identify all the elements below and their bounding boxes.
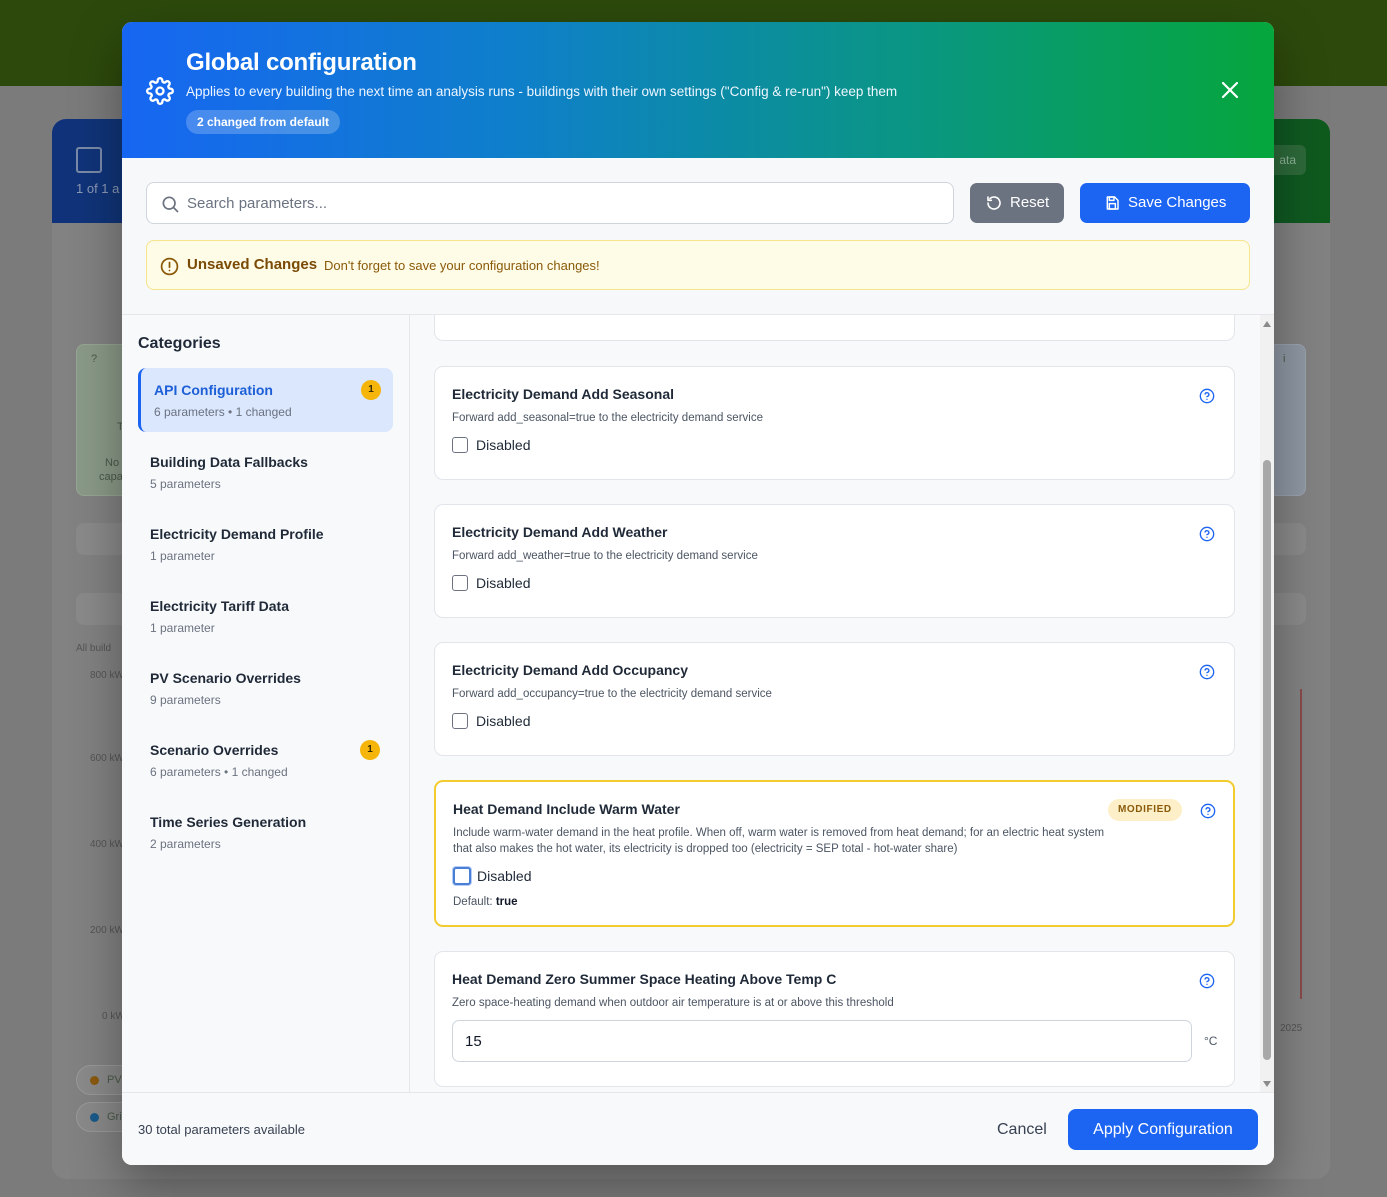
save-changes-button[interactable]: Save Changes bbox=[1080, 183, 1250, 223]
reset-button[interactable]: Reset bbox=[970, 183, 1064, 223]
search-input[interactable] bbox=[187, 183, 937, 223]
modal-toolbar: Reset Save Changes Unsaved Changes Don't… bbox=[122, 158, 1274, 314]
parameter-card-modified: Heat Demand Include Warm Water Include w… bbox=[434, 780, 1235, 927]
background-subtitle: 1 of 1 a bbox=[76, 181, 120, 196]
scroll-down-arrow-icon[interactable] bbox=[1263, 1081, 1271, 1087]
changed-count-badge: 2 changed from default bbox=[186, 110, 341, 134]
help-icon[interactable] bbox=[1199, 526, 1215, 542]
parameter-description: Forward add_seasonal=true to the electri… bbox=[452, 412, 763, 424]
checkbox-label: Disabled bbox=[477, 868, 532, 884]
parameter-card: Electricity Demand Add Occupancy Forward… bbox=[434, 642, 1235, 756]
modal-header: Global configuration Applies to every bu… bbox=[122, 22, 1274, 158]
alert-text: Don't forget to save your configuration … bbox=[324, 258, 600, 273]
modal-title: Global configuration bbox=[186, 49, 417, 76]
alert-circle-icon bbox=[160, 257, 179, 276]
cancel-button[interactable]: Cancel bbox=[997, 1121, 1047, 1139]
reset-icon bbox=[987, 196, 1001, 210]
parameter-title: Heat Demand Include Warm Water bbox=[453, 801, 680, 817]
parameter-card: Heat Demand Zero Summer Space Heating Ab… bbox=[434, 951, 1235, 1087]
info-icon: i bbox=[1283, 353, 1286, 365]
category-scenario-overrides[interactable]: Scenario Overrides 6 parameters • 1 chan… bbox=[138, 728, 393, 792]
help-icon[interactable] bbox=[1199, 664, 1215, 680]
parameter-title: Electricity Demand Add Occupancy bbox=[452, 662, 688, 678]
parameter-checkbox[interactable] bbox=[453, 867, 471, 885]
category-electricity-demand-profile[interactable]: Electricity Demand Profile 1 parameter bbox=[138, 512, 393, 576]
search-box bbox=[146, 182, 954, 224]
parameter-description: Forward add_weather=true to the electric… bbox=[452, 550, 758, 562]
parameter-card: Electricity Demand Add Weather Forward a… bbox=[434, 504, 1235, 618]
building-icon bbox=[76, 147, 102, 173]
scroll-up-arrow-icon[interactable] bbox=[1263, 321, 1271, 327]
alert-title: Unsaved Changes bbox=[187, 256, 318, 273]
parameter-checkbox[interactable] bbox=[452, 713, 468, 729]
gear-icon bbox=[146, 77, 174, 105]
apply-configuration-button[interactable]: Apply Configuration bbox=[1068, 1109, 1258, 1150]
search-icon bbox=[162, 196, 179, 213]
changed-badge: 1 bbox=[361, 380, 381, 400]
modified-badge: MODIFIED bbox=[1108, 799, 1182, 821]
help-icon[interactable] bbox=[1199, 973, 1215, 989]
category-pv-scenario-overrides[interactable]: PV Scenario Overrides 9 parameters bbox=[138, 656, 393, 720]
info-icon: ? bbox=[91, 353, 98, 365]
scrollbar[interactable] bbox=[1260, 315, 1274, 1092]
help-icon[interactable] bbox=[1200, 803, 1216, 819]
changed-badge: 1 bbox=[360, 740, 380, 760]
category-electricity-tariff-data[interactable]: Electricity Tariff Data 1 parameter bbox=[138, 584, 393, 648]
help-icon[interactable] bbox=[1199, 388, 1215, 404]
modal-footer: 30 total parameters available Cancel App… bbox=[122, 1092, 1274, 1165]
checkbox-label: Disabled bbox=[476, 575, 531, 591]
global-configuration-modal: Global configuration Applies to every bu… bbox=[122, 22, 1274, 1165]
reset-label: Reset bbox=[1010, 194, 1050, 211]
total-parameters-text: 30 total parameters available bbox=[138, 1122, 305, 1137]
unsaved-changes-alert: Unsaved Changes Don't forget to save you… bbox=[146, 240, 1250, 290]
parameter-title: Electricity Demand Add Seasonal bbox=[452, 386, 674, 402]
scrollbar-thumb[interactable] bbox=[1263, 460, 1271, 1060]
categories-sidebar: Categories API Configuration 6 parameter… bbox=[122, 314, 410, 1092]
temperature-threshold-input[interactable] bbox=[452, 1020, 1192, 1062]
parameter-title: Electricity Demand Add Weather bbox=[452, 524, 668, 540]
checkbox-label: Disabled bbox=[476, 713, 531, 729]
save-changes-label: Save Changes bbox=[1128, 194, 1227, 211]
parameter-card: Electricity Demand Add Seasonal Forward … bbox=[434, 366, 1235, 480]
background-chart-series bbox=[1296, 689, 1302, 999]
parameter-checkbox[interactable] bbox=[452, 575, 468, 591]
parameters-panel: Electricity Demand Add Seasonal Forward … bbox=[410, 314, 1274, 1092]
category-api-configuration[interactable]: API Configuration 6 parameters • 1 chang… bbox=[138, 368, 393, 432]
checkbox-label: Disabled bbox=[476, 437, 531, 453]
category-building-data-fallbacks[interactable]: Building Data Fallbacks 5 parameters bbox=[138, 440, 393, 504]
categories-title: Categories bbox=[138, 335, 221, 352]
unit-label: °C bbox=[1204, 1034, 1218, 1048]
close-icon[interactable] bbox=[1218, 78, 1242, 102]
parameter-title: Heat Demand Zero Summer Space Heating Ab… bbox=[452, 971, 837, 987]
parameter-description: Include warm-water demand in the heat pr… bbox=[453, 827, 1105, 855]
parameter-description: Zero space-heating demand when outdoor a… bbox=[452, 997, 894, 1009]
category-time-series-generation[interactable]: Time Series Generation 2 parameters bbox=[138, 800, 393, 864]
parameter-description: Forward add_occupancy=true to the electr… bbox=[452, 688, 772, 700]
default-value: Default: true bbox=[453, 896, 518, 908]
save-icon bbox=[1106, 196, 1119, 210]
parameter-card bbox=[434, 315, 1235, 341]
modal-subtitle: Applies to every building the next time … bbox=[186, 84, 898, 99]
parameter-checkbox[interactable] bbox=[452, 437, 468, 453]
